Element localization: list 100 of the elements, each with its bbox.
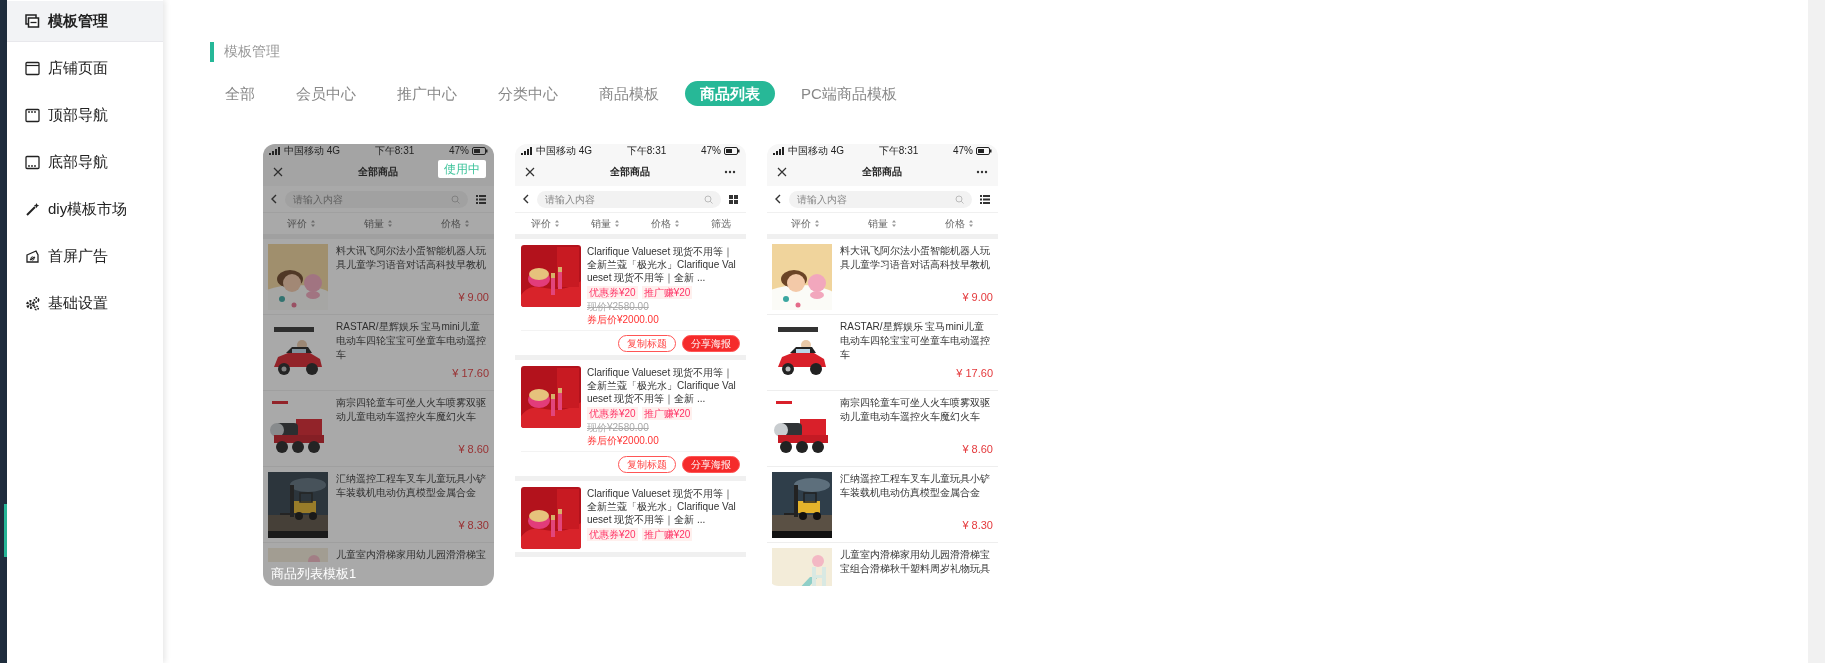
copy-button[interactable]: 复制标题 — [618, 456, 676, 473]
sort-option[interactable]: 筛选 — [710, 216, 731, 231]
product-price: ¥ 8.30 — [458, 519, 489, 531]
grid-icon — [729, 194, 738, 204]
template-card[interactable] — [263, 144, 494, 586]
search-icon — [955, 194, 964, 204]
category-tab[interactable]: 会员中心 — [281, 81, 371, 106]
window-icon — [25, 155, 40, 170]
title-accent — [210, 42, 214, 62]
category-tab[interactable]: 分类中心 — [483, 81, 573, 106]
share-button[interactable]: 分享海报 — [682, 335, 740, 352]
back-icon — [271, 194, 277, 204]
sort-option[interactable]: 评价 — [530, 216, 560, 231]
product-title: Clarifique Valueset 现货不用等｜全新兰蔻「极光水」Clarifique Valueset 现货不用等｜全新 ... — [587, 487, 737, 526]
promo-tag: 优惠券¥20 — [587, 407, 638, 420]
close-icon — [777, 167, 787, 177]
close-icon — [525, 167, 535, 177]
product-price: ¥ 9.00 — [962, 291, 993, 303]
search-field[interactable]: 请输入内容 — [789, 190, 972, 208]
product-title: 汇纳遥控工程车叉车儿童玩具小铲车装载机电动仿真模型金属合金 — [336, 472, 487, 500]
product-price: ¥ 17.60 — [452, 367, 489, 379]
product-price: ¥ 8.60 — [962, 443, 993, 455]
in-use-badge: 使用中 — [438, 160, 486, 178]
back-icon — [523, 194, 529, 204]
list-icon — [980, 194, 990, 204]
search-field[interactable]: 请输入内容 — [537, 190, 721, 208]
battery-text: 47% — [700, 144, 721, 158]
sort-option[interactable]: 价格 — [945, 216, 974, 231]
sidebar-item[interactable]: 基础设置 — [7, 283, 163, 324]
product-price: ¥ 9.00 — [458, 291, 489, 303]
sidebar-item[interactable]: 底部导航 — [7, 142, 163, 183]
signal-icon — [269, 147, 281, 155]
coupon-price: 券后价¥2000.00 — [587, 313, 659, 326]
category-tab[interactable]: 推广中心 — [382, 81, 472, 106]
product-title: 儿童室内滑梯家用幼儿园滑滑梯宝 — [336, 548, 486, 562]
category-tab[interactable]: PC端商品模板 — [786, 81, 912, 106]
close-icon — [273, 167, 283, 177]
status-time: 下午8:31 — [878, 144, 919, 158]
sort-option[interactable]: 销量 — [364, 216, 393, 231]
search-icon — [451, 194, 460, 204]
carrier-text: 中国移动 4G — [536, 144, 593, 158]
list-icon — [476, 194, 486, 204]
original-price: 现价¥2580.00 — [587, 421, 649, 434]
status-time: 下午8:31 — [626, 144, 667, 158]
box-icon — [25, 249, 40, 264]
window-icon — [25, 61, 40, 76]
search-icon — [704, 194, 713, 204]
wand-icon — [25, 202, 40, 217]
layers-icon — [25, 13, 40, 29]
copy-button[interactable]: 复制标题 — [618, 335, 676, 352]
sort-option[interactable]: 评价 — [791, 216, 820, 231]
template-caption: 商品列表模板1 — [271, 565, 357, 583]
battery-text: 47% — [952, 144, 973, 158]
sidebar-item[interactable]: 顶部导航 — [7, 95, 163, 136]
promo-tag: 推广赚¥20 — [641, 528, 693, 541]
product-title: 南宗四轮童车可坐人火车喷雾双驱动儿童电动车遥控火车魔幻火车 — [840, 396, 991, 424]
sidebar-item[interactable]: 模板管理 — [7, 1, 163, 42]
promo-tag: 优惠券¥20 — [587, 286, 638, 299]
share-button[interactable]: 分享海报 — [682, 456, 740, 473]
screen-title: 全部商品 — [609, 165, 650, 179]
sidebar-item[interactable]: diy模板市场 — [7, 189, 163, 230]
sort-option[interactable]: 销量 — [590, 216, 620, 231]
promo-tag: 优惠券¥20 — [587, 528, 638, 541]
more-icon — [976, 170, 988, 174]
battery-icon — [976, 147, 992, 155]
product-title: 料大讯飞阿尔法小蛋智能机器人玩具儿童学习语音对话高科技早教机 — [840, 244, 991, 272]
sort-option[interactable]: 评价 — [287, 216, 316, 231]
promo-tag: 推广赚¥20 — [641, 286, 693, 299]
window-icon — [25, 108, 40, 123]
product-title: 汇纳遥控工程车叉车儿童玩具小铲车装载机电动仿真模型金属合金 — [840, 472, 991, 500]
carrier-text: 中国移动 4G — [788, 144, 845, 158]
product-price: ¥ 17.60 — [956, 367, 993, 379]
page-title: 模板管理 — [224, 43, 280, 61]
status-time: 下午8:31 — [374, 144, 415, 158]
sort-option[interactable]: 价格 — [650, 216, 680, 231]
category-tab[interactable]: 全部 — [210, 81, 270, 106]
product-title: Clarifique Valueset 现货不用等｜全新兰蔻「极光水」Clarifique Valueset 现货不用等｜全新 ... — [587, 366, 737, 405]
accent-bar — [4, 504, 7, 557]
product-price: ¥ 8.30 — [962, 519, 993, 531]
product-title: 料大讯飞阿尔法小蛋智能机器人玩具儿童学习语音对话高科技早教机 — [336, 244, 487, 272]
screen-title: 全部商品 — [861, 165, 902, 179]
carrier-text: 中国移动 4G — [284, 144, 341, 158]
promo-tag: 推广赚¥20 — [641, 407, 693, 420]
signal-icon — [773, 147, 785, 155]
sidebar-item[interactable]: 首屏广告 — [7, 236, 163, 277]
screen-title: 全部商品 — [357, 165, 398, 179]
sort-option[interactable]: 价格 — [441, 216, 470, 231]
original-price: 现价¥2580.00 — [587, 300, 649, 313]
gears-icon — [25, 296, 40, 311]
more-icon — [724, 170, 736, 174]
product-title: 儿童室内滑梯家用幼儿园滑滑梯宝宝组合滑梯秋千塑料周岁礼物玩具 — [840, 548, 991, 576]
product-price: ¥ 8.60 — [458, 443, 489, 455]
battery-icon — [472, 147, 488, 155]
back-icon — [775, 194, 781, 204]
sidebar-item[interactable]: 店铺页面 — [7, 48, 163, 89]
product-title: Clarifique Valueset 现货不用等｜全新兰蔻「极光水」Clarifique Valueset 现货不用等｜全新 ... — [587, 245, 737, 284]
signal-icon — [521, 147, 533, 155]
sort-option[interactable]: 销量 — [868, 216, 897, 231]
product-title: RASTAR/星辉娱乐 宝马mini儿童电动车四轮宝宝可坐童车电动遥控车 — [336, 320, 487, 362]
category-tab[interactable]: 商品模板 — [584, 81, 674, 106]
